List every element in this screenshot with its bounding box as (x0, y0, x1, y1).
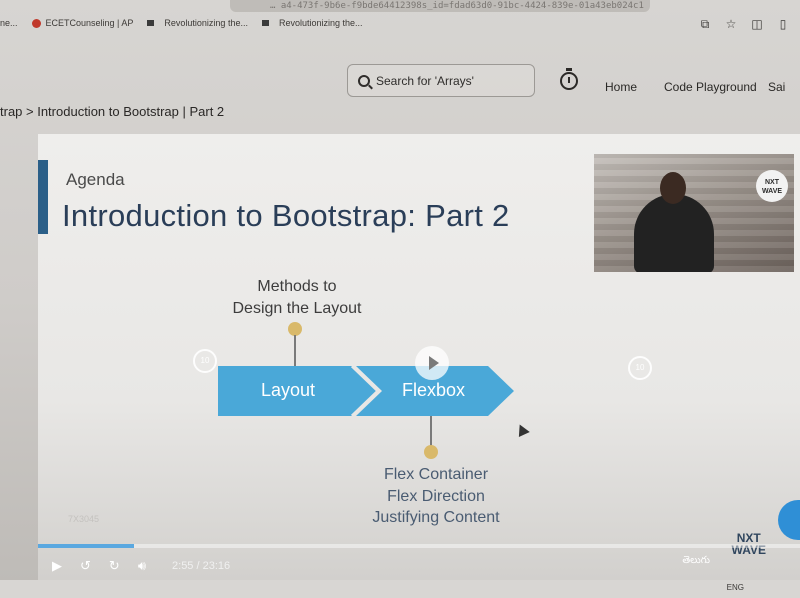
video-time: 2:55 / 23:16 (172, 560, 231, 572)
extensions-icon[interactable]: ◫ (750, 17, 764, 31)
slide-accent-bar (38, 160, 48, 234)
os-taskbar: ENG (0, 580, 800, 598)
nav-code-playground[interactable]: Code Playground (664, 80, 757, 94)
play-overlay-button[interactable] (415, 346, 449, 380)
install-icon[interactable]: ⧉ (698, 17, 712, 31)
webcam-logo-badge: NXT WAVE (756, 170, 788, 202)
caption-language[interactable]: తెలుగు (682, 554, 710, 568)
volume-icon[interactable]: 🔊︎ (138, 558, 146, 574)
methods-line-2: Design the Layout (232, 300, 362, 317)
bookmark-revolutionizing-1-label: Revolutionizing the... (164, 18, 248, 28)
instructor-head (660, 172, 686, 204)
forward-10-button[interactable]: 10 (628, 356, 652, 380)
arrow-label-layout: Layout (261, 380, 316, 400)
video-player[interactable]: Agenda Introduction to Bootstrap: Part 2… (38, 134, 800, 580)
slide-agenda-label: Agenda (66, 170, 125, 189)
flex-note-justify: Justifying Content (372, 509, 500, 526)
flex-note-direction: Flex Direction (387, 487, 485, 505)
profile-icon[interactable]: ▯ (776, 17, 790, 31)
stopwatch-icon[interactable] (560, 68, 578, 90)
bookmark-star-icon[interactable]: ☆ (724, 17, 738, 31)
nav-user-name[interactable]: Sai (768, 80, 785, 94)
methods-callout: Methods to Design the Layout (212, 276, 382, 320)
slide-title: Introduction to Bootstrap: Part 2 (62, 198, 510, 233)
taskbar-language[interactable]: ENG (727, 583, 744, 592)
bookmark-ecet-label: ECETCounseling | AP (45, 18, 134, 28)
flexbox-callout: Flex Container Flex Direction Justifying… (356, 464, 516, 529)
bookmark-ecet[interactable]: ECETCounseling | AP (31, 18, 134, 28)
methods-connector (294, 335, 296, 366)
screen: … a4-473f-9b6e-f9bde64412398s_id=fdad63d… (0, 0, 800, 598)
site-header: Search for 'Arrays' Home Code Playground… (0, 52, 800, 100)
forward-icon[interactable]: ↻ (109, 558, 120, 574)
bookmark-revolutionizing-1[interactable]: Revolutionizing the... (147, 18, 248, 28)
rewind-10-button[interactable]: 10 (193, 349, 217, 373)
search-box[interactable]: Search for 'Arrays' (347, 64, 535, 97)
address-text: … a4-473f-9b6e-f9bde64412398s_id=fdad63d… (270, 1, 644, 11)
flex-note-container: Flex Container (383, 466, 489, 483)
revolutionizing-favicon-icon (261, 20, 274, 26)
instructor-webcam: NXT WAVE (594, 154, 794, 272)
play-icon[interactable]: ▶ (52, 558, 62, 574)
search-placeholder: Search for 'Arrays' (376, 73, 474, 88)
rewind-icon[interactable]: ↺ (80, 558, 91, 574)
bookmark-cutoff[interactable]: ne... (0, 18, 18, 28)
instructor-body (634, 194, 714, 272)
arrow-label-flexbox: Flexbox (402, 380, 466, 400)
nav-home[interactable]: Home (605, 80, 637, 94)
search-icon (358, 74, 370, 87)
bookmarks-bar: ne... ECETCounseling | AP Revolutionizin… (0, 12, 363, 34)
browser-toolbar-icons: ⧉ ☆ ◫ ▯ (698, 14, 800, 34)
video-progress-bar[interactable] (38, 544, 800, 548)
bookmark-revolutionizing-2[interactable]: Revolutionizing the... (261, 18, 363, 28)
revolutionizing-favicon-icon (147, 20, 160, 26)
methods-pin-icon (288, 322, 302, 336)
video-watermark: 7X3045 (68, 514, 100, 524)
bookmark-cutoff-label: ne... (0, 18, 18, 28)
methods-line-1: Methods to (257, 278, 337, 295)
flexbox-connector (430, 416, 432, 446)
flexbox-pin-icon (424, 445, 438, 459)
bookmark-revolutionizing-2-label: Revolutionizing the... (278, 18, 363, 28)
breadcrumb[interactable]: trap > Introduction to Bootstrap | Part … (0, 104, 224, 119)
video-progress-fill (38, 544, 134, 548)
address-bar[interactable]: … a4-473f-9b6e-f9bde64412398s_id=fdad63d… (230, 0, 650, 12)
ecet-favicon-icon (31, 18, 41, 28)
